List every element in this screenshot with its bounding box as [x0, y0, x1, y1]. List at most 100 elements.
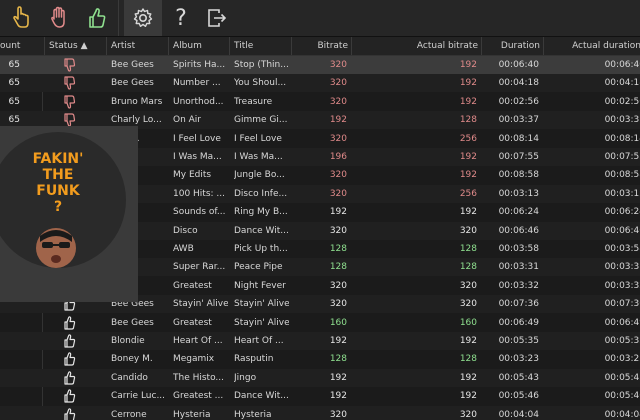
- thumbs-up-icon[interactable]: [62, 315, 76, 331]
- actual-duration-cell: 00:04:18: [604, 78, 640, 89]
- thumbs-up-icon[interactable]: [62, 370, 76, 386]
- album-cell: Number ...: [173, 78, 221, 89]
- actual-duration-cell: 00:07:55: [604, 152, 640, 162]
- album-cell: Greatest ...: [173, 391, 224, 402]
- track-row[interactable]: Blondie Heart Of ... Heart Of ... 192 192 00:…: [0, 332, 640, 350]
- exit-button[interactable]: [198, 0, 236, 36]
- col-status-header[interactable]: Status ▲: [44, 37, 109, 55]
- title-cell: Pick Up th...: [234, 244, 288, 254]
- col-artist-header[interactable]: Artist: [106, 37, 169, 55]
- duration-cell: 00:06:40: [498, 60, 539, 70]
- thumbs-up-icon[interactable]: [62, 407, 76, 420]
- actual-duration-cell: 00:03:23: [604, 354, 640, 365]
- track-row[interactable]: Bee Gees Greatest Stayin' Alive 160 160 00:06…: [0, 314, 640, 332]
- artwork-text-line4: ?: [53, 199, 63, 215]
- artwork-text-line3: FUNK: [36, 183, 80, 199]
- duration-cell: 00:07:36: [498, 299, 539, 310]
- title-cell: Hysteria: [234, 409, 272, 420]
- point-hand-button[interactable]: [2, 0, 40, 36]
- actual-bitrate-cell: 192: [459, 60, 477, 70]
- actual-duration-cell: 00:02:56: [604, 96, 640, 107]
- bitrate-cell: 192: [329, 391, 347, 402]
- actual-duration-cell: 00:04:04: [604, 409, 640, 420]
- album-cell: AWB: [173, 244, 194, 254]
- album-cell: Stayin' Alive: [173, 299, 228, 310]
- bitrate-cell: 320: [329, 280, 347, 291]
- duration-cell: 00:02:56: [498, 96, 539, 107]
- duration-cell: 00:03:32: [498, 280, 539, 291]
- album-cell: I Was Ma...: [173, 152, 222, 162]
- bitrate-cell: 160: [329, 317, 347, 328]
- duration-cell: 00:03:58: [498, 244, 539, 254]
- actual-duration-cell: 00:06:49: [604, 317, 640, 328]
- track-row[interactable]: Cerrone Hysteria Hysteria 320 320 00:04:04 00:…: [0, 405, 640, 420]
- title-cell: Treasure: [234, 96, 273, 107]
- artist-cell: Bee Gees: [111, 60, 154, 70]
- thumbs-down-icon[interactable]: [62, 94, 76, 110]
- count-cell: [0, 332, 20, 350]
- title-cell: Stayin' Alive: [234, 299, 289, 310]
- thumbs-up-icon[interactable]: [62, 333, 76, 349]
- duration-cell: 00:03:31: [498, 262, 539, 273]
- duration-cell: 00:04:04: [498, 409, 539, 420]
- track-row[interactable]: 65 Bee Gees Number ... You Shoul... 320 192 00…: [0, 74, 640, 93]
- title-cell: Stop (Thin...: [234, 60, 289, 70]
- stop-hand-button[interactable]: [40, 0, 78, 36]
- track-row[interactable]: 65 Bruno Mars Unorthod... Treasure 320 192 00:…: [0, 93, 640, 111]
- thumbs-up-icon: [89, 8, 106, 28]
- thumbs-down-icon[interactable]: [62, 57, 76, 73]
- track-row[interactable]: 65 Bee Gees Spirits Ha... Stop (Thin... 320 1…: [0, 56, 640, 74]
- count-cell: [0, 387, 20, 405]
- sort-ascending-icon: ▲: [80, 41, 88, 51]
- track-row[interactable]: Boney M. Megamix Rasputin 128 128 00:03:23 00:…: [0, 350, 640, 368]
- duration-cell: 00:05:35: [498, 336, 539, 346]
- bitrate-cell: 320: [329, 78, 347, 89]
- col-actual-duration-header[interactable]: Actual duration: [543, 37, 640, 55]
- album-cell: On Air: [173, 115, 202, 126]
- bitrate-cell: 320: [329, 299, 347, 310]
- count-cell: [0, 369, 20, 387]
- thumbs-up-icon[interactable]: [62, 351, 76, 367]
- title-cell: You Shoul...: [234, 78, 287, 89]
- help-button[interactable]: ?: [162, 0, 200, 36]
- track-row[interactable]: Carrie Luc... Greatest ... Dance Wit... 192…: [0, 387, 640, 405]
- track-row[interactable]: Candido The Histo... Jingo 192 192 00:05:43 00…: [0, 368, 640, 387]
- album-artwork: FAKIN' THE FUNK ?: [0, 126, 138, 302]
- settings-button[interactable]: [124, 0, 162, 36]
- col-actual-bitrate-header[interactable]: Actual bitrate: [351, 37, 480, 55]
- funk-face-illustration: [36, 228, 76, 268]
- bitrate-cell: 320: [329, 170, 347, 181]
- col-bitrate-header[interactable]: Bitrate: [291, 37, 350, 55]
- duration-cell: 00:03:23: [498, 354, 539, 365]
- title-cell: Night Fever: [234, 280, 286, 291]
- actual-bitrate-cell: 128: [459, 244, 477, 254]
- count-cell: 65: [8, 96, 20, 107]
- count-cell: [0, 406, 20, 420]
- actual-bitrate-cell: 192: [459, 372, 477, 383]
- count-cell: 65: [8, 60, 20, 70]
- duration-cell: 00:06:24: [498, 207, 539, 218]
- artist-cell: Blondie: [111, 336, 145, 346]
- actual-bitrate-cell: 192: [459, 391, 477, 402]
- col-album-header[interactable]: Album: [168, 37, 231, 55]
- thumbs-down-icon[interactable]: [62, 75, 76, 91]
- actual-duration-cell: 00:03:37: [604, 115, 640, 126]
- thumbs-up-button[interactable]: [78, 0, 116, 36]
- title-cell: Dance Wit...: [234, 225, 289, 236]
- actual-duration-cell: 00:06:40: [604, 60, 640, 70]
- album-cell: Disco: [173, 225, 198, 236]
- title-cell: I Was Ma...: [234, 152, 283, 162]
- thumbs-up-icon[interactable]: [62, 388, 76, 404]
- actual-bitrate-cell: 256: [459, 133, 477, 144]
- artwork-text-line1: FAKIN': [32, 151, 84, 167]
- actual-duration-cell: 00:03:58: [604, 244, 640, 254]
- col-title-header[interactable]: Title: [229, 37, 292, 55]
- duration-cell: 00:05:46: [498, 391, 539, 402]
- album-cell: Hysteria: [173, 409, 211, 420]
- bitrate-cell: 192: [329, 336, 347, 346]
- col-duration-header[interactable]: Duration: [481, 37, 542, 55]
- duration-cell: 00:06:49: [498, 317, 539, 328]
- artist-cell: Bee Gees: [111, 78, 154, 89]
- col-count-header[interactable]: ount: [0, 37, 42, 55]
- actual-bitrate-cell: 192: [459, 170, 477, 181]
